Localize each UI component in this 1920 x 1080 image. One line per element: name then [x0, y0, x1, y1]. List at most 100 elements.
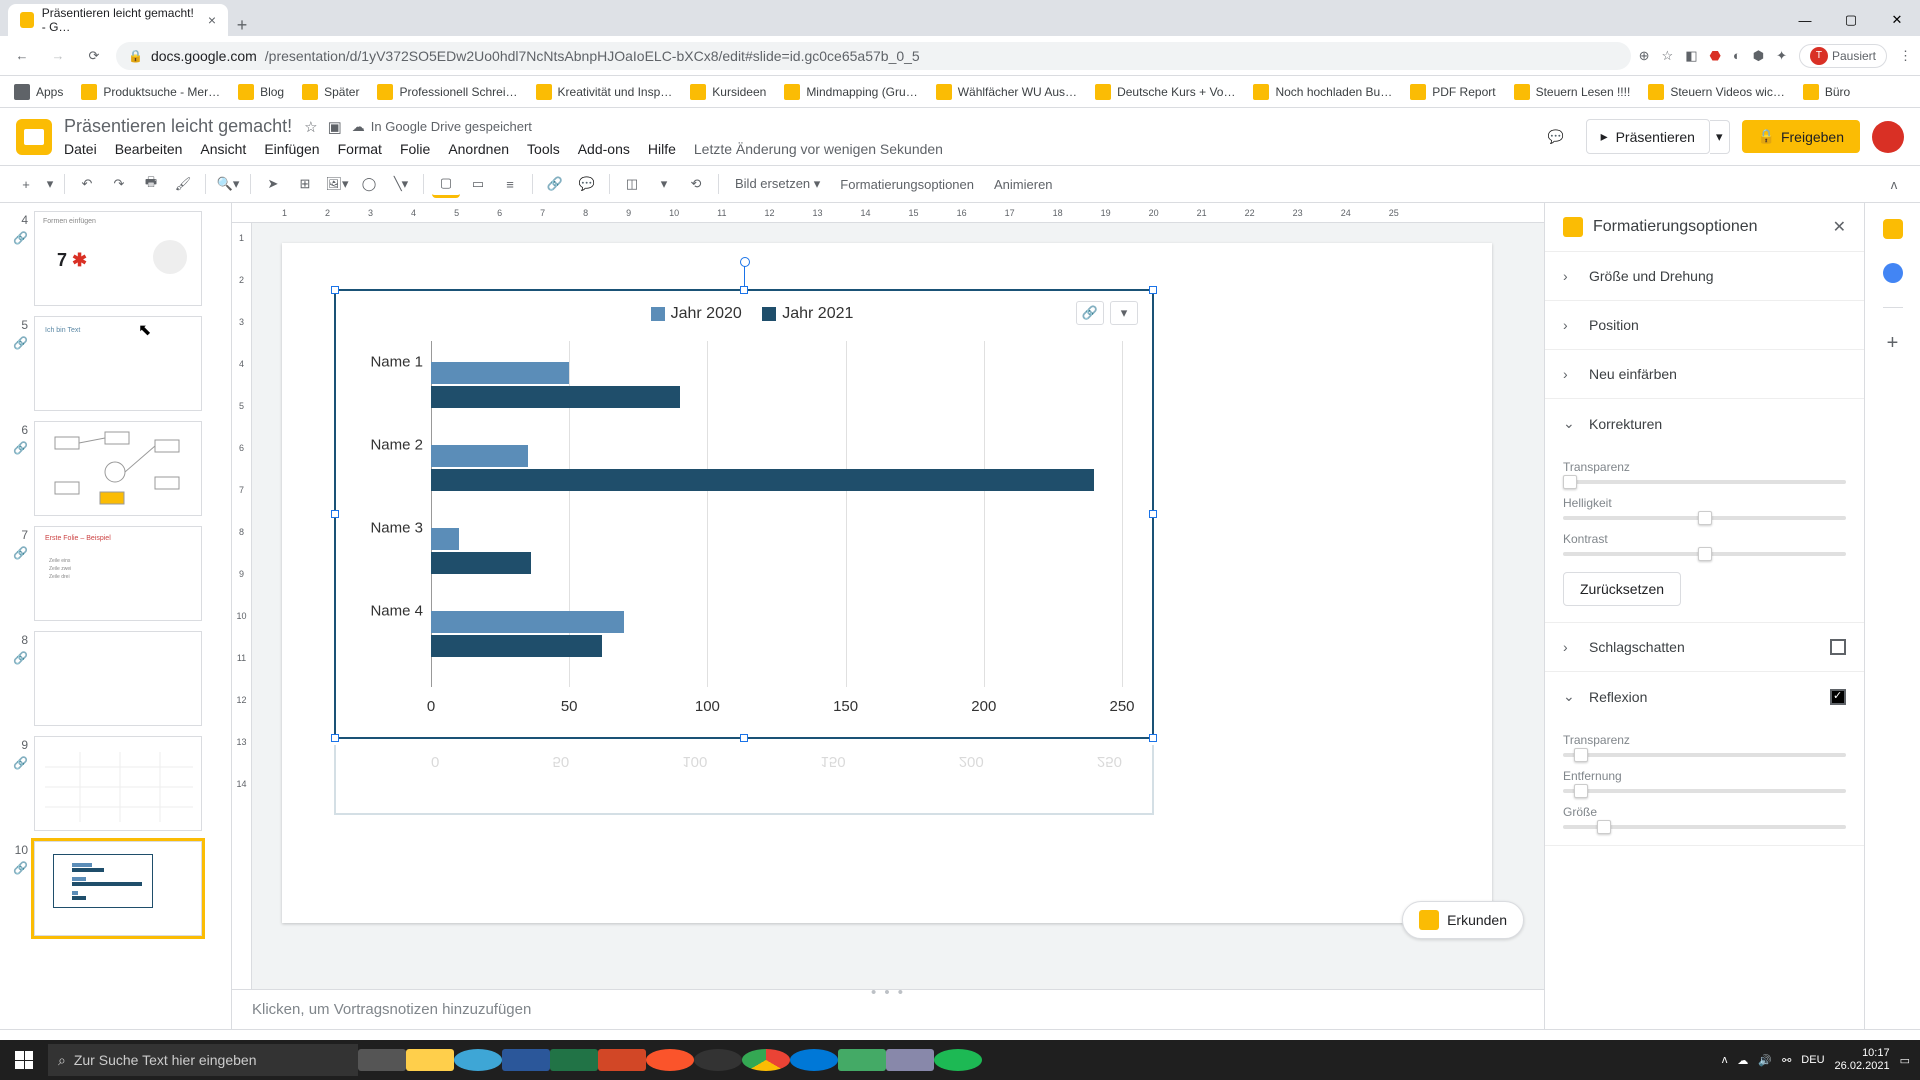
excel-icon[interactable] [550, 1040, 598, 1080]
present-button[interactable]: ▸Präsentieren [1586, 119, 1710, 154]
doc-title[interactable]: Präsentieren leicht gemacht! [64, 116, 292, 137]
language-indicator[interactable]: DEU [1801, 1054, 1824, 1066]
notes-drag-handle[interactable]: • • • [871, 984, 905, 1001]
extension-icon-3[interactable]: ◐ [1733, 48, 1741, 63]
vertical-ruler[interactable]: 1234567891011121314 [232, 223, 252, 989]
bookmark-item[interactable]: Wählfächer WU Aus… [930, 80, 1083, 104]
chrome-icon[interactable] [742, 1040, 790, 1080]
bookmark-item[interactable]: Produktsuche - Mer… [75, 80, 226, 104]
slide-canvas[interactable]: 🔗 ▾ Jahr 2020 Jahr 2021 [282, 243, 1492, 923]
move-doc-icon[interactable]: ▣ [328, 118, 342, 136]
explore-button[interactable]: Erkunden [1402, 901, 1524, 939]
reset-button[interactable]: Zurücksetzen [1563, 572, 1681, 606]
share-button[interactable]: 🔒Freigeben [1742, 120, 1860, 153]
extension-icon-2[interactable]: ⬣ [1709, 48, 1720, 64]
line-tool[interactable]: ╲▾ [387, 170, 415, 198]
paint-format-button[interactable]: 🖌 [169, 170, 197, 198]
chart-menu-icon[interactable]: ▾ [1110, 301, 1138, 325]
menu-folie[interactable]: Folie [400, 141, 430, 157]
bookmark-item[interactable]: Deutsche Kurs + Vo… [1089, 80, 1241, 104]
reload-button[interactable]: ⟳ [80, 42, 108, 70]
clock[interactable]: 10:1726.02.2021 [1835, 1047, 1890, 1073]
bookmark-item[interactable]: Büro [1797, 80, 1856, 104]
star-doc-icon[interactable]: ☆ [304, 118, 317, 136]
extension-icon-1[interactable]: ◧ [1685, 48, 1697, 64]
new-slide-dropdown[interactable]: ▾ [44, 170, 56, 198]
section-size-rotation[interactable]: ›Größe und Drehung [1545, 252, 1864, 300]
section-position[interactable]: ›Position [1545, 301, 1864, 349]
app-icon[interactable] [838, 1040, 886, 1080]
contrast-slider[interactable] [1563, 552, 1846, 556]
textbox-tool[interactable]: ⊞ [291, 170, 319, 198]
resize-handle[interactable] [1149, 734, 1157, 742]
mask-button[interactable]: ▾ [650, 170, 678, 198]
bookmark-item[interactable]: Noch hochladen Bu… [1247, 80, 1398, 104]
rotate-handle[interactable] [740, 257, 750, 267]
menu-datei[interactable]: Datei [64, 141, 97, 157]
explorer-icon[interactable] [406, 1040, 454, 1080]
keep-icon[interactable] [1883, 219, 1903, 239]
volume-icon[interactable]: 🔊 [1758, 1054, 1772, 1067]
start-button[interactable] [0, 1040, 48, 1080]
animate-button[interactable]: Animieren [986, 177, 1061, 192]
new-tab-button[interactable]: + [228, 15, 256, 36]
menu-addons[interactable]: Add-ons [578, 141, 630, 157]
redo-button[interactable]: ↷ [105, 170, 133, 198]
powerpoint-icon[interactable] [598, 1040, 646, 1080]
close-tab-icon[interactable]: × [208, 12, 216, 28]
last-edit-text[interactable]: Letzte Änderung vor wenigen Sekunden [694, 141, 943, 157]
back-button[interactable]: ← [8, 42, 36, 70]
border-color[interactable]: ▭ [464, 170, 492, 198]
shape-tool[interactable]: ◯ [355, 170, 383, 198]
resize-handle[interactable] [740, 734, 748, 742]
section-corrections[interactable]: ⌄Korrekturen [1545, 399, 1864, 448]
menu-hilfe[interactable]: Hilfe [648, 141, 676, 157]
bookmark-item[interactable]: Kreativität und Insp… [530, 80, 679, 104]
slide-thumb-8[interactable] [34, 631, 202, 726]
bookmark-apps[interactable]: Apps [8, 80, 69, 104]
comments-icon[interactable]: 💬 [1538, 119, 1574, 155]
section-drop-shadow[interactable]: ›Schlagschatten [1545, 623, 1864, 671]
print-button[interactable]: 🖶 [137, 170, 165, 198]
reset-image-button[interactable]: ⟲ [682, 170, 710, 198]
onedrive-icon[interactable]: ☁ [1737, 1054, 1748, 1067]
slide-thumb-6[interactable] [34, 421, 202, 516]
refl-distance-slider[interactable] [1563, 789, 1846, 793]
reflection-checkbox[interactable] [1830, 689, 1846, 705]
image-tool[interactable]: 🖼▾ [323, 170, 351, 198]
crop-button[interactable]: ◫ [618, 170, 646, 198]
app-icon[interactable] [886, 1040, 934, 1080]
menu-format[interactable]: Format [338, 141, 382, 157]
slide-thumb-9[interactable] [34, 736, 202, 831]
bookmark-item[interactable]: Später [296, 80, 365, 104]
border-weight[interactable]: ≡ [496, 170, 524, 198]
menu-tools[interactable]: Tools [527, 141, 560, 157]
collapse-toolbar-button[interactable]: ʌ [1880, 170, 1908, 198]
zoom-icon[interactable]: ⊕ [1639, 48, 1650, 64]
tray-chevron-icon[interactable]: ʌ [1722, 1054, 1728, 1066]
bookmark-item[interactable]: Professionell Schrei… [371, 80, 523, 104]
new-slide-button[interactable]: + [12, 170, 40, 198]
star-icon[interactable]: ☆ [1662, 48, 1674, 64]
brightness-slider[interactable] [1563, 516, 1846, 520]
select-tool[interactable]: ➤ [259, 170, 287, 198]
transparency-slider[interactable] [1563, 480, 1846, 484]
forward-button[interactable]: → [44, 42, 72, 70]
resize-handle[interactable] [331, 510, 339, 518]
resize-handle[interactable] [331, 286, 339, 294]
wifi-icon[interactable]: ⚯ [1782, 1054, 1791, 1067]
extension-icon-4[interactable]: ⬢ [1753, 48, 1764, 64]
bookmark-item[interactable]: Steuern Videos wic… [1642, 80, 1791, 104]
edge-icon[interactable] [454, 1040, 502, 1080]
slide-thumb-7[interactable]: Erste Folie – BeispielZeile einsZeile zw… [34, 526, 202, 621]
horizontal-ruler[interactable]: 1234567891011121314151617181920212223242… [232, 203, 1544, 223]
link-button[interactable]: 🔗 [541, 170, 569, 198]
maximize-button[interactable]: ▢ [1828, 4, 1874, 36]
browser-tab[interactable]: Präsentieren leicht gemacht! - G… × [8, 4, 228, 36]
url-field[interactable]: 🔒 docs.google.com/presentation/d/1yV372S… [116, 42, 1631, 70]
refl-size-slider[interactable] [1563, 825, 1846, 829]
obs-icon[interactable] [694, 1040, 742, 1080]
word-icon[interactable] [502, 1040, 550, 1080]
task-view-icon[interactable] [358, 1040, 406, 1080]
menu-einfuegen[interactable]: Einfügen [264, 141, 319, 157]
